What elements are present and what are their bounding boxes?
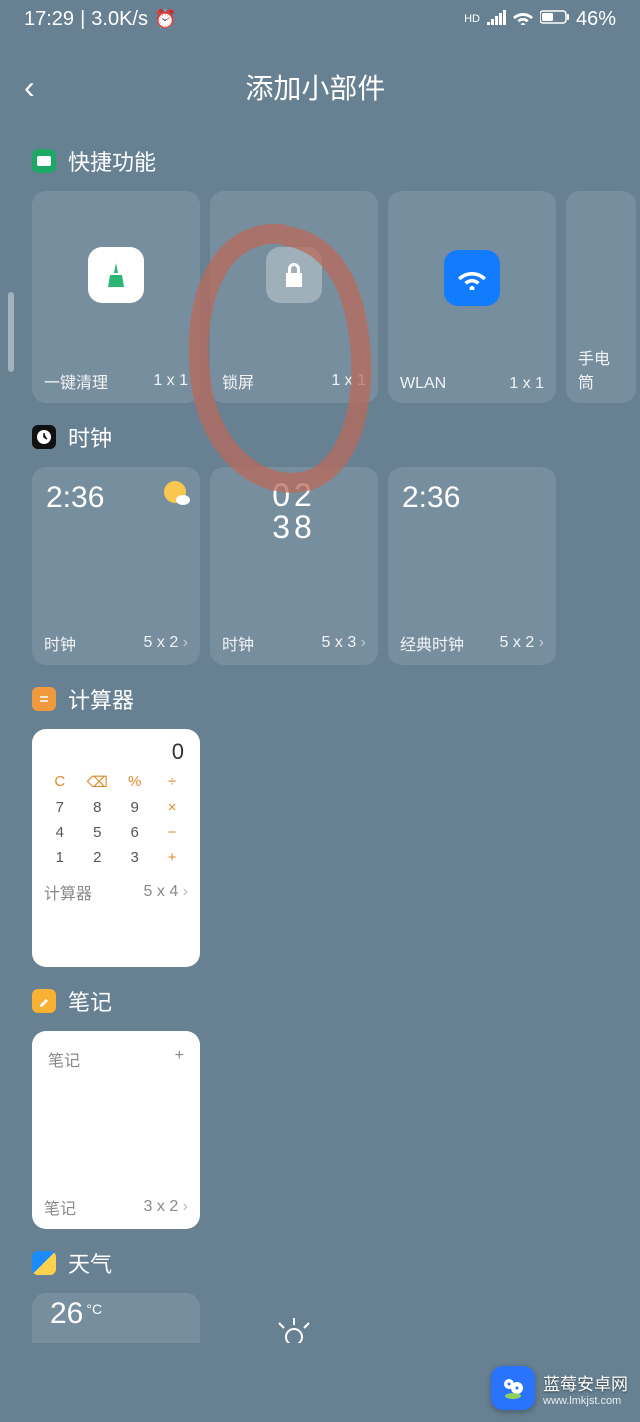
card-label: 笔记: [44, 1195, 76, 1219]
scroll-indicator: [8, 292, 14, 372]
weather-temp: 26: [50, 1297, 83, 1331]
sun-icon-preview: [210, 1293, 378, 1343]
widget-card-calculator[interactable]: 0 C ⌫ % ÷ 7 8 9 × 4 5 6 −: [32, 729, 200, 967]
section-calculator: 计算器 0 C ⌫ % ÷ 7 8 9 × 4 5: [0, 665, 640, 967]
status-left: 17:29 | 3.0K/s ⏰: [24, 8, 176, 31]
widget-card-clean[interactable]: 一键清理 1 x 1: [32, 191, 200, 403]
wifi-tile-icon: [444, 250, 500, 306]
section-title-weather: 天气: [68, 1247, 112, 1279]
wifi-icon: [512, 8, 534, 31]
status-speed: 3.0K/s: [91, 8, 148, 31]
section-header-notes: 笔记: [32, 985, 640, 1017]
section-title-quick: 快捷功能: [68, 145, 156, 177]
lock-icon: [266, 247, 322, 303]
battery-icon: [540, 8, 570, 31]
watermark: 蓝莓安卓网 www.lmkjst.com: [491, 1366, 628, 1410]
notes-list: 笔记 + 笔记 3 x 2 ›: [32, 1031, 640, 1229]
section-quick: 快捷功能 一键清理 1 x 1 锁屏 1 x 1: [0, 127, 640, 403]
widget-card-lock[interactable]: 锁屏 1 x 1: [210, 191, 378, 403]
section-header-clock: 时钟: [32, 421, 640, 453]
card-label: 一键清理: [44, 369, 108, 393]
battery-percent: 46%: [576, 8, 616, 31]
widget-card-clock-2[interactable]: 0238 时钟 5 x 3 ›: [210, 467, 378, 665]
widget-card-weather[interactable]: 26 °C: [32, 1293, 200, 1343]
card-size: 5 x 3: [322, 634, 357, 651]
section-title-notes: 笔记: [68, 985, 112, 1017]
back-button[interactable]: ‹: [24, 69, 55, 106]
weather-section-icon: [32, 1251, 56, 1275]
chevron-right-icon: ›: [183, 883, 188, 900]
page-title: 添加小部件: [55, 67, 576, 107]
section-weather: 天气 26 °C: [0, 1229, 640, 1343]
alarm-icon: ⏰: [154, 9, 176, 30]
clock-list[interactable]: 2:36 时钟 5 x 2 › 0238 时钟 5 x 3 › 2:36 经典时: [32, 467, 640, 665]
section-clock: 时钟 2:36 时钟 5 x 2 › 0238 时钟 5 x 3 › 2:36: [0, 403, 640, 665]
card-size: 1 x 1: [509, 375, 544, 393]
status-bar: 17:29 | 3.0K/s ⏰ HD 46%: [0, 0, 640, 31]
card-size: 3 x 2: [144, 1198, 179, 1215]
watermark-name: 蓝莓安卓网: [543, 1370, 628, 1395]
plus-icon: +: [175, 1047, 184, 1065]
page-header: ‹ 添加小部件: [0, 31, 640, 127]
status-right: HD 46%: [464, 8, 616, 31]
card-label: 时钟: [44, 631, 76, 655]
broom-icon: [88, 247, 144, 303]
signal-icon: [486, 8, 506, 31]
weather-list: 26 °C: [32, 1293, 640, 1343]
card-label: 锁屏: [222, 369, 254, 393]
card-label: 计算器: [44, 880, 92, 904]
card-size: 5 x 2: [500, 634, 535, 651]
section-title-calculator: 计算器: [68, 683, 134, 715]
notes-inner-label: 笔记: [48, 1047, 80, 1071]
card-size: 5 x 2: [144, 634, 179, 651]
calculator-preview: 0 C ⌫ % ÷ 7 8 9 × 4 5 6 −: [32, 729, 200, 870]
calculator-list: 0 C ⌫ % ÷ 7 8 9 × 4 5 6 −: [32, 729, 640, 967]
quick-section-icon: [32, 149, 56, 173]
card-size: 5 x 4: [144, 883, 179, 900]
chevron-right-icon: ›: [183, 1198, 188, 1215]
card-label: 时钟: [222, 631, 254, 655]
hd-icon: HD: [464, 14, 480, 25]
card-label: WLAN: [400, 375, 446, 393]
clock-time: 2:36: [46, 481, 104, 515]
calc-display: 0: [44, 739, 188, 765]
notes-section-icon: [32, 989, 56, 1013]
widget-card-wlan[interactable]: WLAN 1 x 1: [388, 191, 556, 403]
card-size: 1 x 1: [153, 372, 188, 390]
widget-card-torch[interactable]: 手电筒: [566, 191, 636, 403]
section-notes: 笔记 笔记 + 笔记 3 x 2 ›: [0, 967, 640, 1229]
card-label: 经典时钟: [400, 631, 464, 655]
section-header-weather: 天气: [32, 1247, 640, 1279]
widget-card-clock-1[interactable]: 2:36 时钟 5 x 2 ›: [32, 467, 200, 665]
watermark-url: www.lmkjst.com: [543, 1395, 628, 1407]
digital-time: 0238: [210, 467, 378, 543]
section-title-clock: 时钟: [68, 421, 112, 453]
calculator-section-icon: [32, 687, 56, 711]
section-header-calculator: 计算器: [32, 683, 640, 715]
widget-card-notes[interactable]: 笔记 + 笔记 3 x 2 ›: [32, 1031, 200, 1229]
chevron-right-icon: ›: [539, 634, 544, 651]
widget-card-clock-3[interactable]: 2:36 经典时钟 5 x 2 ›: [388, 467, 556, 665]
clock-time: 2:36: [402, 481, 460, 515]
status-time: 17:29: [24, 8, 74, 31]
card-size: 1 x 1: [331, 372, 366, 390]
weather-unit: °C: [86, 1301, 102, 1317]
section-header-quick: 快捷功能: [32, 145, 640, 177]
chevron-right-icon: ›: [361, 634, 366, 651]
clock-section-icon: [32, 425, 56, 449]
watermark-logo: [491, 1366, 535, 1410]
chevron-right-icon: ›: [183, 634, 188, 651]
quick-list[interactable]: 一键清理 1 x 1 锁屏 1 x 1 WLAN 1: [32, 191, 640, 403]
weather-icon: [164, 481, 186, 503]
card-label: 手电筒: [578, 345, 624, 393]
